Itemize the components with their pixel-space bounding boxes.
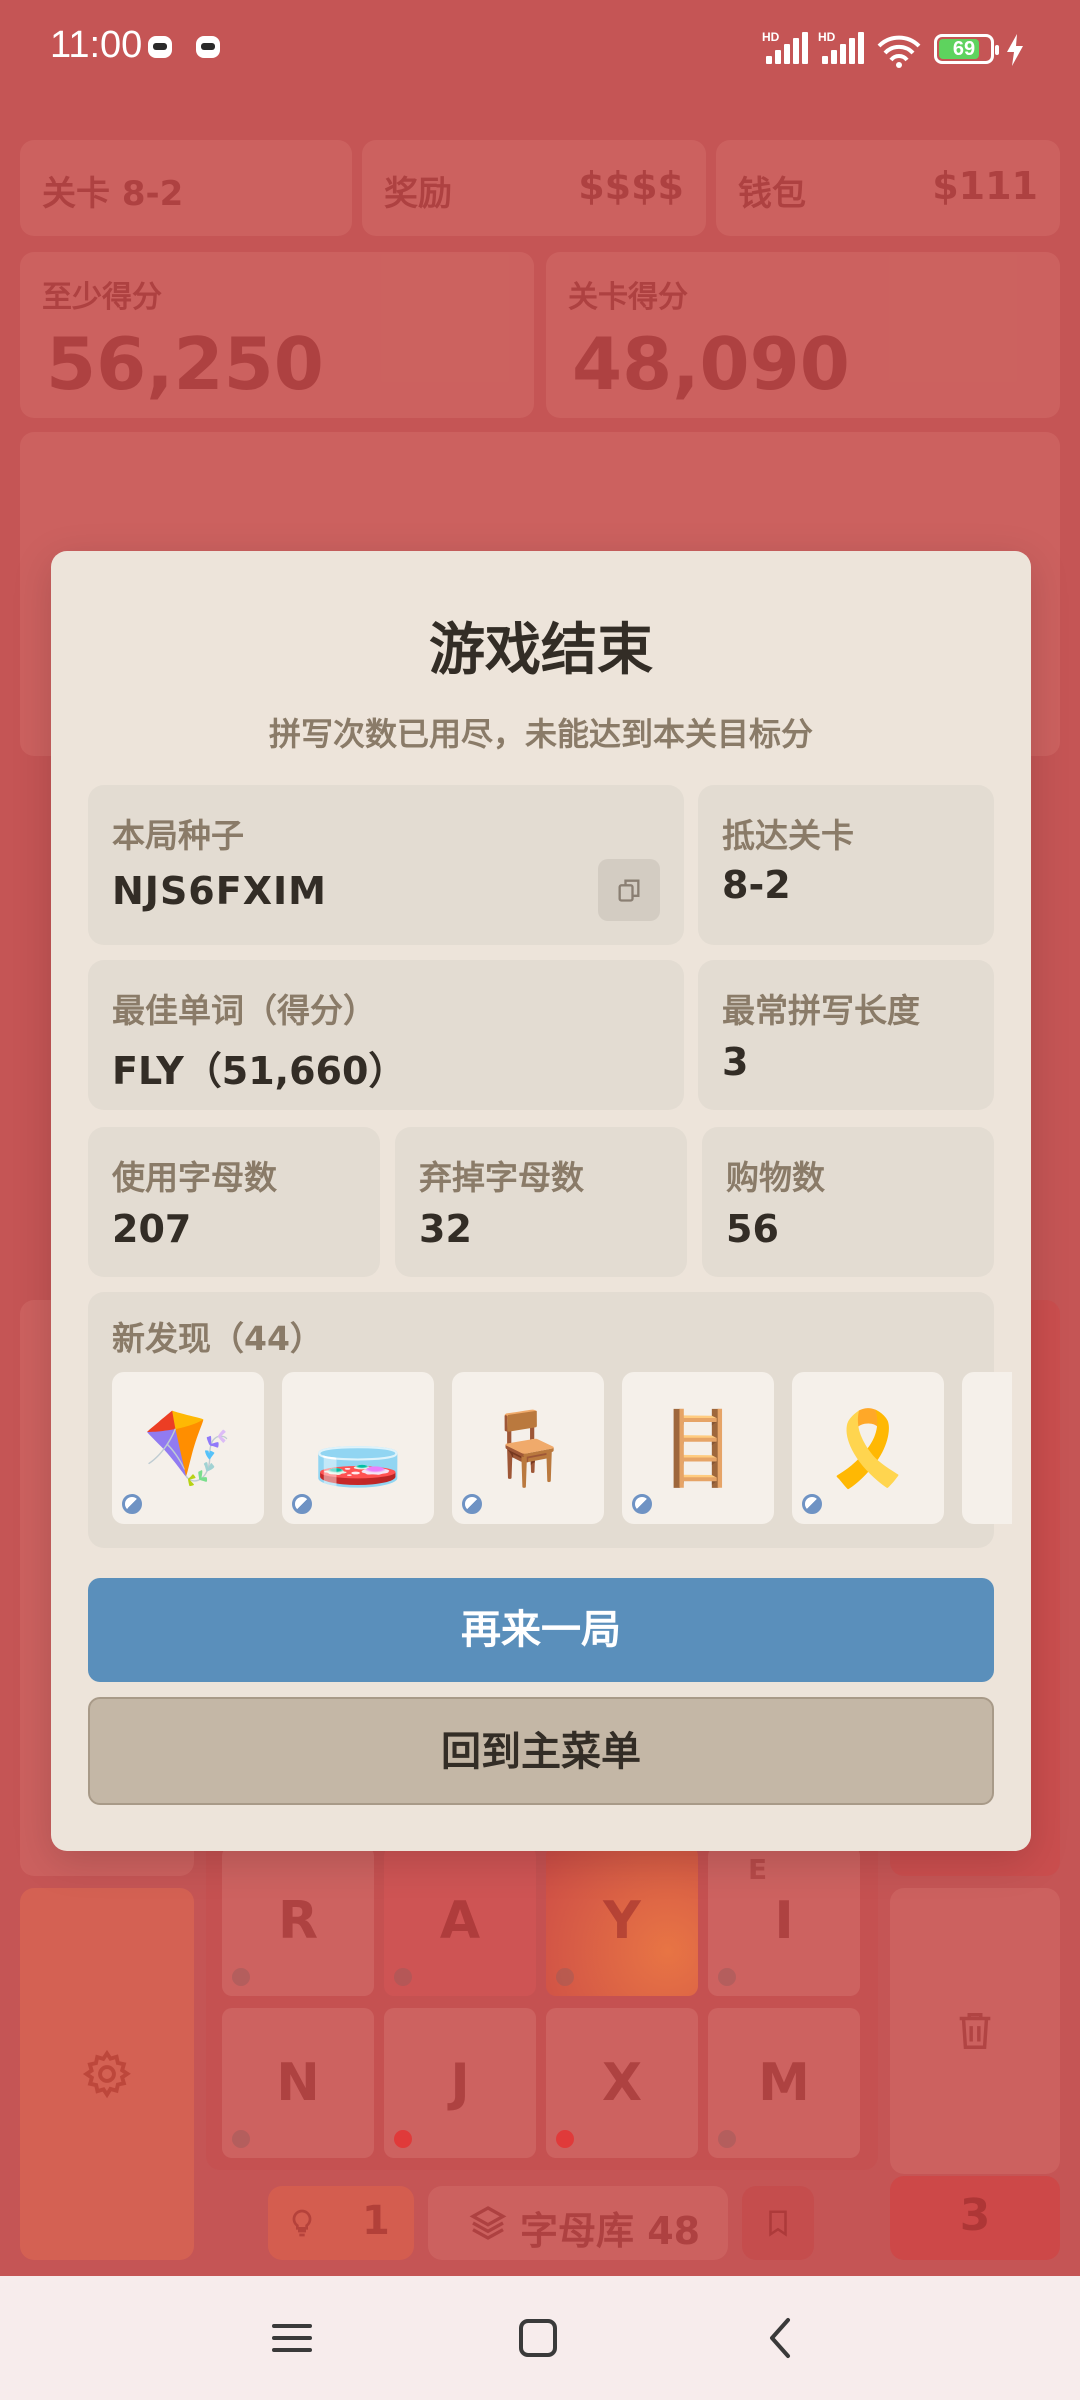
signal-icon: HD xyxy=(762,30,810,66)
charging-icon xyxy=(1007,34,1023,66)
ribbon-icon: 🎗️ xyxy=(823,1406,913,1490)
min-score-value: 56,250 xyxy=(46,322,324,406)
reached-level-panel: 抵达关卡 8-2 xyxy=(698,785,994,945)
level-label: 关卡 8-2 xyxy=(42,174,184,214)
settings-button[interactable] xyxy=(20,1888,194,2260)
min-score-label: 至少得分 xyxy=(42,280,162,315)
reached-level-value: 8-2 xyxy=(722,863,791,907)
layers-icon xyxy=(469,2206,507,2240)
back-icon[interactable] xyxy=(752,2310,812,2366)
chair-icon: 🪑 xyxy=(483,1406,573,1490)
letter-bank-label: 字母库 48 xyxy=(520,2209,701,2253)
level-score-card: 关卡得分 48,090 xyxy=(546,252,1060,418)
notification-app-icon xyxy=(196,36,220,58)
discoveries-panel: 新发现（44） 🪁 🧫 🪑 🪜 🎗️ xyxy=(88,1292,1012,1548)
petri-dish-icon: 🧫 xyxy=(313,1406,403,1490)
rarity-badge-icon xyxy=(802,1494,822,1514)
discoveries-label: 新发现（44） xyxy=(112,1319,323,1358)
reward-card: 奖励 $$$$ xyxy=(362,140,706,236)
bookmark-button[interactable] xyxy=(742,2186,814,2260)
purchases-panel: 购物数 56 xyxy=(702,1127,994,1277)
trash-button[interactable] xyxy=(890,1888,1060,2174)
purchases-label: 购物数 xyxy=(726,1158,825,1197)
hint-count: 1 xyxy=(362,2198,390,2244)
best-word-value: FLY（51,660） xyxy=(112,1049,407,1093)
bookmark-icon xyxy=(769,2210,787,2237)
menu-icon[interactable] xyxy=(262,2310,322,2366)
copy-icon xyxy=(618,879,640,902)
letter-tile[interactable]: Y xyxy=(546,1846,698,1996)
letters-discarded-label: 弃掉字母数 xyxy=(419,1158,584,1197)
ladder-icon: 🪜 xyxy=(653,1406,743,1490)
battery-level: 69 xyxy=(952,38,976,60)
dialog-title: 游戏结束 xyxy=(429,618,653,683)
letter-tile[interactable]: X xyxy=(546,2008,698,2158)
home-icon[interactable] xyxy=(508,2310,568,2366)
lightbulb-icon xyxy=(292,2209,312,2237)
common-length-panel: 最常拼写长度 3 xyxy=(698,960,994,1110)
wallet-label: 钱包 xyxy=(738,174,806,214)
discovery-item[interactable]: 🪁 xyxy=(112,1372,264,1524)
letters-discarded-value: 32 xyxy=(419,1207,472,1251)
letter-tile[interactable]: N xyxy=(222,2008,374,2158)
rarity-badge-icon xyxy=(292,1494,312,1514)
wallet-value: $111 xyxy=(932,164,1038,208)
discoveries-carousel[interactable]: 🪁 🧫 🪑 🪜 🎗️ xyxy=(112,1372,1012,1524)
rarity-badge-icon xyxy=(632,1494,652,1514)
reward-value: $$$$ xyxy=(578,164,684,208)
discovery-item-partial[interactable] xyxy=(962,1372,1012,1524)
gear-icon xyxy=(82,2049,131,2099)
letters-used-label: 使用字母数 xyxy=(112,1158,277,1197)
wifi-icon xyxy=(877,35,921,68)
play-again-button[interactable]: 再来一局 xyxy=(88,1578,994,1682)
discard-count: 3 xyxy=(959,2190,991,2241)
letter-bank-button[interactable]: 字母库 48 xyxy=(428,2186,728,2260)
level-score-value: 48,090 xyxy=(572,322,850,406)
hint-button[interactable]: 1 xyxy=(268,2186,414,2260)
status-bar: 11:00 HD HD 69 xyxy=(0,0,1080,100)
best-word-label: 最佳单词（得分） xyxy=(112,991,376,1030)
letter-tile[interactable]: M xyxy=(708,2008,860,2158)
min-score-card: 至少得分 56,250 xyxy=(20,252,534,418)
best-word-panel: 最佳单词（得分） FLY（51,660） xyxy=(88,960,684,1110)
purchases-value: 56 xyxy=(726,1207,779,1251)
discovery-item[interactable]: 🧫 xyxy=(282,1372,434,1524)
reached-level-label: 抵达关卡 xyxy=(722,816,854,855)
level-card: 关卡 8-2 xyxy=(20,140,352,236)
system-nav-bar xyxy=(0,2276,1080,2400)
letter-tile[interactable]: J xyxy=(384,2008,536,2158)
common-length-label: 最常拼写长度 xyxy=(722,991,920,1030)
wallet-card: 钱包 $111 xyxy=(716,140,1060,236)
discovery-item[interactable]: 🪜 xyxy=(622,1372,774,1524)
battery-icon: 69 xyxy=(934,34,999,64)
copy-seed-button[interactable] xyxy=(598,859,660,921)
seed-panel: 本局种子 NJS6FXIM xyxy=(88,785,684,945)
level-score-label: 关卡得分 xyxy=(568,280,688,315)
letters-used-panel: 使用字母数 207 xyxy=(88,1127,380,1277)
status-time: 11:00 xyxy=(50,24,143,66)
signal-icon: HD xyxy=(818,30,866,66)
letters-used-value: 207 xyxy=(112,1207,192,1251)
main-menu-button[interactable]: 回到主菜单 xyxy=(88,1697,994,1805)
kite-icon: 🪁 xyxy=(143,1406,233,1490)
letter-tile[interactable]: R xyxy=(222,1846,374,1996)
rarity-badge-icon xyxy=(462,1494,482,1514)
seed-label: 本局种子 xyxy=(112,816,244,855)
letter-tile[interactable]: IE xyxy=(708,1846,860,1996)
seed-value: NJS6FXIM xyxy=(112,869,327,913)
letter-tile[interactable]: A xyxy=(384,1846,536,1996)
discovery-item[interactable]: 🪑 xyxy=(452,1372,604,1524)
notification-app-icon xyxy=(148,36,172,58)
rarity-badge-icon xyxy=(122,1494,142,1514)
reward-label: 奖励 xyxy=(384,174,452,214)
game-over-dialog: 游戏结束 拼写次数已用尽，未能达到本关目标分 本局种子 NJS6FXIM 抵达关… xyxy=(51,551,1031,1851)
dialog-subtitle: 拼写次数已用尽，未能达到本关目标分 xyxy=(268,715,813,753)
discard-count-box: 3 xyxy=(890,2176,1060,2260)
trash-icon xyxy=(959,2012,991,2049)
common-length-value: 3 xyxy=(722,1040,749,1084)
discovery-item[interactable]: 🎗️ xyxy=(792,1372,944,1524)
letters-discarded-panel: 弃掉字母数 32 xyxy=(395,1127,687,1277)
